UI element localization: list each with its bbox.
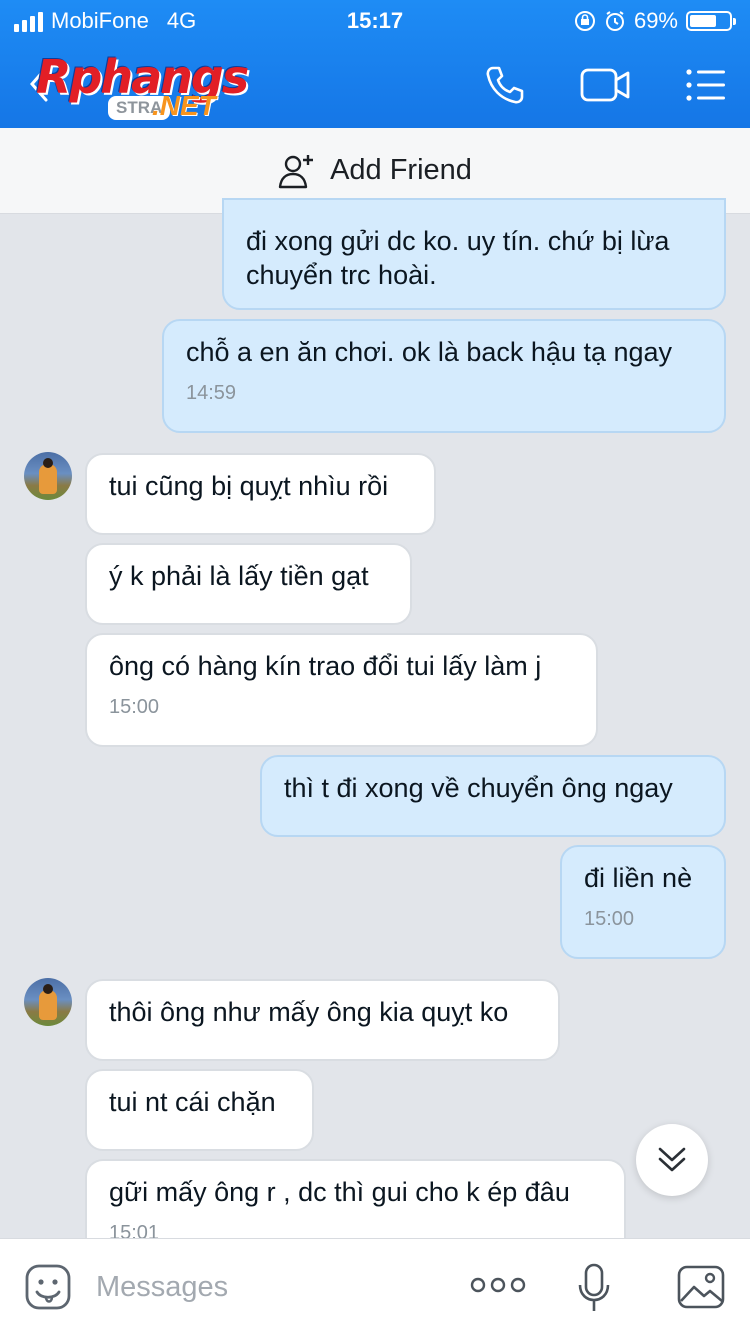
microphone-icon[interactable] <box>576 1263 612 1313</box>
message-bubble-them[interactable]: tui cũng bị quỵt nhìu rồi <box>85 453 436 535</box>
video-call-icon[interactable] <box>580 64 632 106</box>
add-friend-label: Add Friend <box>330 154 472 186</box>
watermark-logo: Rphangs STRA .NET <box>36 50 266 124</box>
contact-avatar[interactable] <box>24 452 72 500</box>
message-time: 14:59 <box>186 382 237 404</box>
message-text: đi xong gửi dc ko. uy tín. chứ bị lừa ch… <box>246 226 670 290</box>
message-text: chỗ a en ăn chơi. ok là back hậu tạ ngay <box>186 337 673 367</box>
message-text: đi liền nè <box>584 863 693 893</box>
message-text: ông có hàng kín trao đổi tui lấy làm j <box>109 651 542 681</box>
orientation-lock-icon <box>574 11 595 31</box>
logo-domain: .NET <box>152 90 216 121</box>
battery-percent: 69% <box>633 8 678 33</box>
message-text: tui cũng bị quỵt nhìu rồi <box>109 471 389 501</box>
message-text: thôi ông như mấy ông kia quỵt ko <box>109 997 509 1027</box>
menu-icon[interactable] <box>684 64 728 106</box>
message-time: 15:00 <box>584 908 635 930</box>
message-text: thì t đi xong về chuyển ông ngay <box>284 773 673 803</box>
add-friend-icon <box>278 154 314 188</box>
image-gallery-icon[interactable] <box>676 1263 726 1311</box>
message-text: gữi mấy ông r , dc thì gui cho k ép đâu <box>109 1177 570 1207</box>
message-bubble-me[interactable]: chỗ a en ăn chơi. ok là back hậu tạ ngay… <box>162 319 726 433</box>
message-bubble-them[interactable]: ý k phải là lấy tiền gạt <box>85 543 412 625</box>
message-bubble-them[interactable]: gữi mấy ông r , dc thì gui cho k ép đâu … <box>85 1159 626 1238</box>
phone-call-icon[interactable] <box>484 64 526 106</box>
message-bubble-them[interactable]: tui nt cái chặn <box>85 1069 314 1151</box>
double-chevron-down-icon <box>658 1147 686 1172</box>
message-bubble-them[interactable]: thôi ông như mấy ông kia quỵt ko <box>85 979 560 1061</box>
scroll-to-bottom-button[interactable] <box>636 1124 708 1196</box>
message-time: 15:00 <box>109 696 160 718</box>
contact-avatar[interactable] <box>24 978 72 1026</box>
message-bubble-them[interactable]: ông có hàng kín trao đổi tui lấy làm j 1… <box>85 633 598 747</box>
alarm-icon <box>605 11 624 31</box>
message-input[interactable]: Messages <box>96 1271 228 1304</box>
sticker-icon[interactable] <box>24 1263 72 1311</box>
message-time: 15:01 <box>109 1222 160 1238</box>
message-bubble-me[interactable]: thì t đi xong về chuyển ông ngay <box>260 755 726 837</box>
chat-header: Rphangs STRA .NET <box>0 42 750 128</box>
message-text: tui nt cái chặn <box>109 1087 276 1117</box>
battery-icon <box>686 11 736 31</box>
message-input-bar: Messages <box>0 1238 750 1334</box>
message-bubble-me[interactable]: đi xong gửi dc ko. uy tín. chứ bị lừa ch… <box>222 198 726 310</box>
message-text: ý k phải là lấy tiền gạt <box>109 561 369 591</box>
more-options-icon[interactable] <box>470 1273 526 1297</box>
status-bar: MobiFone 4G 15:17 69% <box>0 0 750 42</box>
message-bubble-me[interactable]: đi liền nè 15:00 <box>560 845 726 959</box>
top-bar: MobiFone 4G 15:17 69% Rphangs STRA .NET <box>0 0 750 128</box>
